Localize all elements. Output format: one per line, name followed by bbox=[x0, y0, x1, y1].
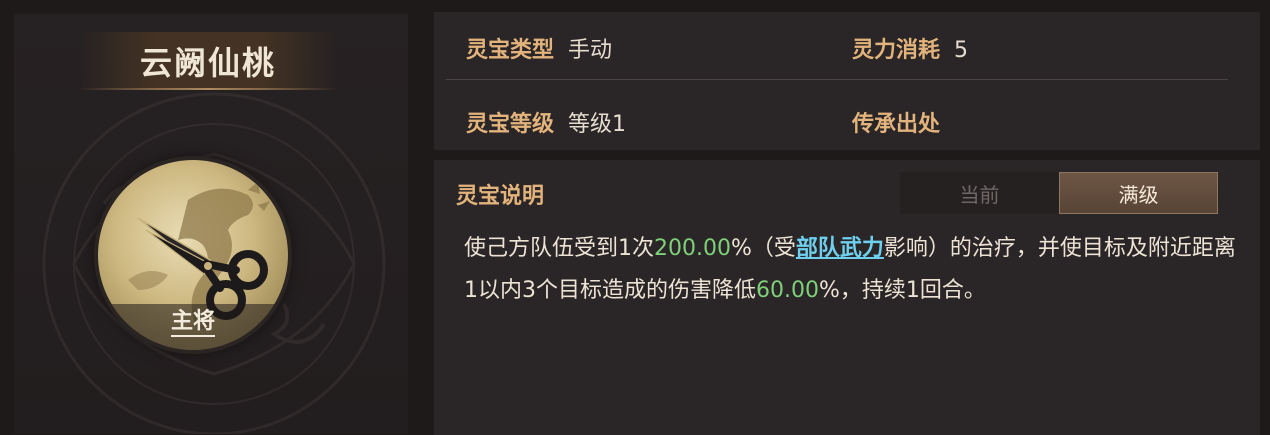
cost-value: 5 bbox=[954, 38, 969, 63]
level-row: 灵宝等级 等级1 bbox=[466, 106, 626, 138]
origin-row: 传承出处 bbox=[852, 106, 954, 138]
level-value: 等级1 bbox=[568, 112, 627, 137]
level-label: 灵宝等级 bbox=[466, 112, 555, 137]
reduce-value: 60.00 bbox=[756, 278, 819, 303]
level-tab-bar: 当前 满级 bbox=[900, 172, 1218, 214]
info-divider bbox=[446, 79, 1228, 80]
tab-current[interactable]: 当前 bbox=[900, 172, 1059, 214]
origin-label: 传承出处 bbox=[852, 112, 941, 137]
desc-seg-2: %（受 bbox=[730, 236, 796, 261]
treasure-name-banner: 云阙仙桃 bbox=[78, 32, 338, 90]
type-value: 手动 bbox=[568, 38, 613, 63]
tab-max-level[interactable]: 满级 bbox=[1059, 172, 1218, 214]
role-label-bar: 主将 bbox=[98, 304, 288, 350]
type-label: 灵宝类型 bbox=[466, 38, 555, 63]
description-title: 灵宝说明 bbox=[456, 184, 545, 209]
troop-force-link[interactable]: 部队武力 bbox=[796, 236, 884, 261]
desc-seg-4: %，持续1回合。 bbox=[818, 278, 986, 303]
cost-label: 灵力消耗 bbox=[852, 38, 941, 63]
heal-value: 200.00 bbox=[654, 236, 731, 261]
treasure-portrait-panel: 云阙仙桃 主将 bbox=[14, 14, 408, 434]
cost-row: 灵力消耗 5 bbox=[852, 32, 968, 64]
role-label[interactable]: 主将 bbox=[170, 310, 215, 337]
treasure-emblem[interactable]: 主将 bbox=[98, 160, 288, 350]
description-text: 使己方队伍受到1次200.00%（受部队武力影响）的治疗，并使目标及附近距离1以… bbox=[464, 228, 1244, 312]
treasure-info-panel: 灵宝类型 手动 灵力消耗 5 灵宝等级 等级1 传承出处 bbox=[434, 12, 1260, 150]
type-row: 灵宝类型 手动 bbox=[466, 32, 612, 64]
treasure-name: 云阙仙桃 bbox=[139, 44, 276, 82]
treasure-description-panel: 灵宝说明 当前 满级 使己方队伍受到1次200.00%（受部队武力影响）的治疗，… bbox=[434, 160, 1260, 435]
desc-seg-1: 使己方队伍受到1次 bbox=[464, 236, 654, 261]
